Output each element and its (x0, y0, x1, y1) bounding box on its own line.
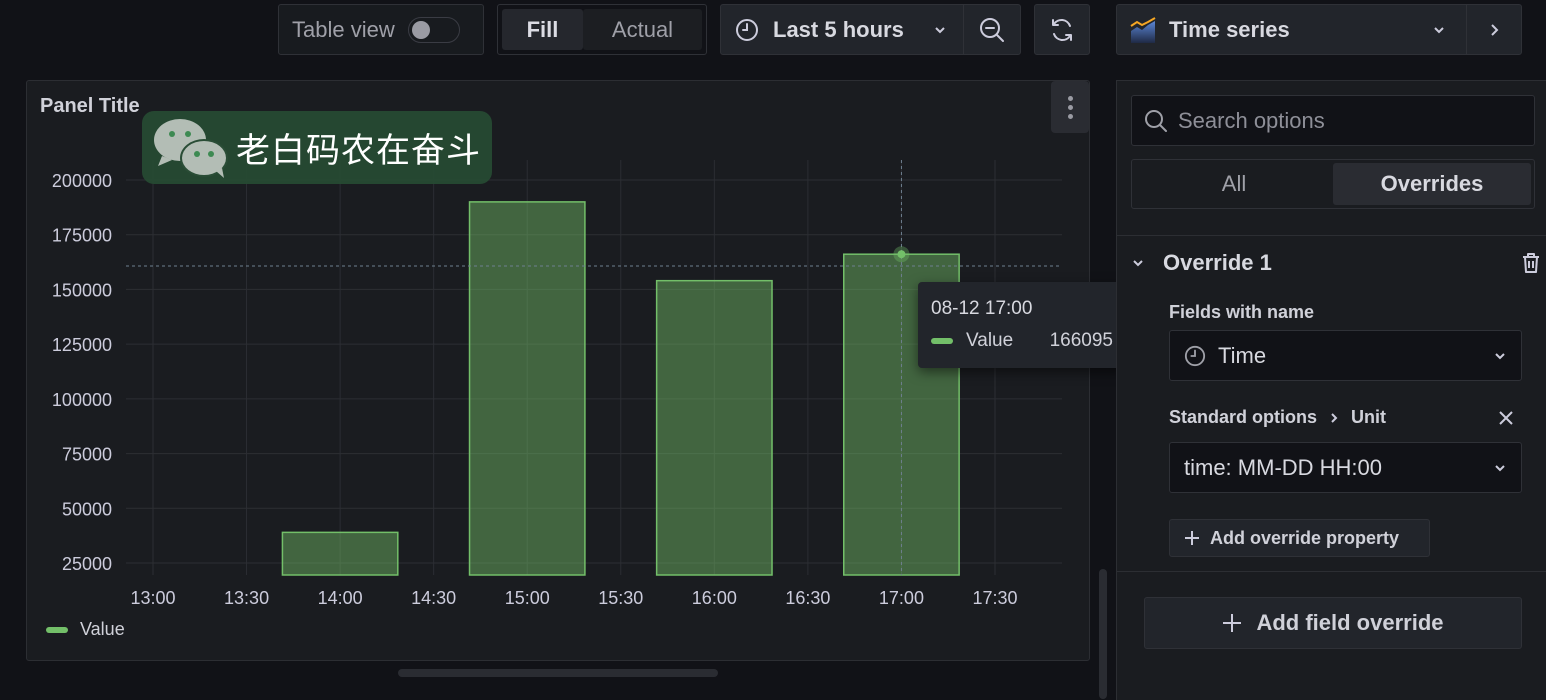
tooltip-series-swatch (931, 338, 953, 344)
y-tick-label: 50000 (62, 499, 112, 519)
bar[interactable] (281, 531, 399, 576)
add-override-property-button[interactable]: Add override property (1169, 519, 1430, 557)
bar[interactable] (468, 201, 586, 576)
search-options-input[interactable] (1178, 107, 1518, 134)
x-tick-label: 14:00 (318, 588, 363, 608)
chevron-down-icon (1493, 461, 1507, 475)
horizontal-scrollbar[interactable] (398, 669, 718, 677)
chart-legend: Value (46, 619, 125, 640)
bar[interactable] (655, 279, 773, 576)
plus-icon (1184, 530, 1200, 546)
y-tick-label: 200000 (52, 171, 112, 191)
x-tick-label: 16:30 (785, 588, 830, 608)
x-tick-label: 16:00 (692, 588, 737, 608)
unit-value: time: MM-DD HH:00 (1184, 454, 1383, 480)
legend-swatch[interactable] (46, 626, 68, 633)
tooltip-series-name: Value (966, 330, 1014, 351)
fields-with-name-select[interactable]: Time (1169, 330, 1522, 381)
wechat-icon (152, 116, 232, 180)
y-tick-label: 125000 (52, 335, 112, 355)
trash-icon[interactable] (1521, 252, 1541, 274)
x-tick-label: 15:30 (598, 588, 643, 608)
y-tick-label: 175000 (52, 226, 112, 246)
tab-all[interactable]: All (1135, 163, 1333, 205)
x-tick-label: 15:00 (505, 588, 550, 608)
divider (1117, 571, 1546, 572)
matcher-label: Fields with name (1169, 302, 1315, 322)
y-tick-label: 150000 (52, 280, 112, 300)
close-icon[interactable] (1498, 410, 1514, 426)
add-field-override-label: Add field override (1256, 610, 1444, 635)
y-tick-label: 75000 (62, 445, 112, 465)
add-field-override-button[interactable]: Add field override (1144, 597, 1522, 649)
property-category: Standard options (1169, 407, 1317, 427)
add-override-property-label: Add override property (1210, 527, 1400, 548)
options-pane: All Overrides Override 1 Fields with nam… (1116, 80, 1546, 700)
vertical-splitter-scrollbar[interactable] (1099, 569, 1107, 699)
tab-overrides[interactable]: Overrides (1333, 163, 1531, 205)
chart-tooltip: 08-12 17:00 Value 166095 (918, 282, 1126, 368)
y-tick-label: 100000 (52, 390, 112, 410)
unit-select[interactable]: time: MM-DD HH:00 (1169, 442, 1522, 493)
clock-icon (1184, 345, 1206, 367)
search-options-field[interactable] (1131, 95, 1535, 146)
property-name: Unit (1351, 407, 1386, 427)
watermark-text: 老白码农在奋斗 (236, 131, 481, 171)
override-header[interactable]: Override 1 (1131, 245, 1541, 281)
matcher-value: Time (1218, 342, 1267, 368)
x-tick-label: 17:00 (879, 588, 924, 608)
tooltip-value: 166095 (1049, 330, 1113, 351)
divider (1117, 235, 1546, 236)
x-tick-label: 14:30 (411, 588, 456, 608)
chevron-right-icon (1329, 412, 1339, 424)
property-path: Standard options Unit (1169, 407, 1514, 428)
tooltip-row: Value 166095 (931, 330, 1113, 352)
override-title: Override 1 (1163, 250, 1272, 275)
chevron-down-icon (1493, 349, 1507, 363)
search-icon (1144, 109, 1168, 133)
legend-label[interactable]: Value (80, 619, 125, 640)
options-tabs: All Overrides (1131, 159, 1535, 209)
y-tick-label: 25000 (62, 554, 112, 574)
hover-point (897, 250, 906, 259)
plus-icon (1222, 613, 1242, 633)
chevron-down-icon[interactable] (1131, 256, 1145, 270)
x-tick-label: 13:00 (130, 588, 175, 608)
x-tick-label: 17:30 (972, 588, 1017, 608)
wechat-watermark: 老白码农在奋斗 (142, 111, 492, 184)
tooltip-time: 08-12 17:00 (931, 298, 1033, 319)
x-tick-label: 13:30 (224, 588, 269, 608)
